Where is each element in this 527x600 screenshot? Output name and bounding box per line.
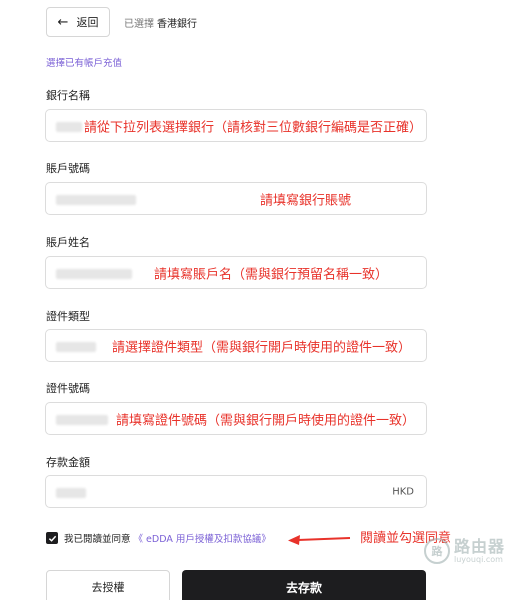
selected-bank-info: 已選擇 香港銀行 (124, 15, 197, 30)
watermark-name: 路由器 (454, 537, 506, 556)
amount-input[interactable]: HKD (45, 475, 427, 508)
id-type-select[interactable]: 請選擇證件類型（需與銀行開戶時使用的證件一致） (45, 329, 427, 362)
watermark-logo-icon: 路 (424, 538, 450, 565)
watermark: 路 路由器 luyouqi.com (424, 537, 506, 565)
redacted-value (56, 122, 82, 132)
check-icon (48, 535, 56, 542)
account-number-input[interactable]: 請填寫銀行賬號 (45, 182, 427, 215)
account-number-label: 賬戶號碼 (46, 162, 90, 175)
bank-name-hint: 請從下拉列表選擇銀行（請核對三位數銀行編碼是否正確） (84, 120, 423, 135)
agreement-text: 我已閱讀並同意 (64, 534, 131, 545)
annotation-arrow-icon (288, 535, 351, 545)
agreement-checkbox[interactable] (46, 532, 58, 544)
id-number-label: 證件號碼 (46, 382, 90, 395)
id-type-label: 證件類型 (46, 310, 90, 323)
redacted-value (56, 488, 86, 498)
arrow-left-icon: ← (57, 14, 69, 30)
account-name-hint: 請填寫賬戶名（需與銀行預留名稱一致） (154, 267, 389, 282)
watermark-url: luyouqi.com (454, 554, 503, 564)
agreement-row: 我已閱讀並同意 《 eDDA 用戶授權及扣款協議》 (46, 531, 271, 545)
selected-bank-name: 香港銀行 (157, 18, 197, 30)
redacted-value (56, 269, 132, 279)
redacted-value (56, 342, 96, 352)
redacted-value (56, 195, 136, 205)
selected-prefix: 已選擇 (124, 18, 154, 30)
amount-label: 存款金額 (46, 456, 90, 469)
id-type-hint: 請選擇證件類型（需與銀行開戶時使用的證件一致） (112, 340, 412, 355)
deauthorize-button[interactable]: 去授權 (46, 570, 170, 600)
redacted-value (56, 415, 108, 425)
bank-name-label: 銀行名稱 (46, 89, 90, 102)
account-name-input[interactable]: 請填寫賬戶名（需與銀行預留名稱一致） (45, 256, 427, 289)
agreement-link[interactable]: 《 eDDA 用戶授權及扣款協議》 (134, 531, 271, 545)
section-title: 選擇已有帳戶充值 (46, 58, 123, 69)
back-button-label: 返回 (76, 16, 99, 29)
account-number-hint: 請填寫銀行賬號 (260, 193, 352, 208)
back-button[interactable]: ← 返回 (46, 7, 110, 37)
bank-name-select[interactable]: 請從下拉列表選擇銀行（請核對三位數銀行編碼是否正確） (45, 109, 427, 142)
header: ← 返回 已選擇 香港銀行 (46, 6, 197, 38)
currency-suffix: HKD (392, 486, 414, 497)
id-number-input[interactable]: 請填寫證件號碼（需與銀行開戶時使用的證件一致） (45, 402, 427, 435)
deposit-button[interactable]: 去存款 (182, 570, 426, 600)
id-number-hint: 請填寫證件號碼（需與銀行開戶時使用的證件一致） (116, 413, 416, 428)
account-name-label: 賬戶姓名 (46, 236, 90, 249)
